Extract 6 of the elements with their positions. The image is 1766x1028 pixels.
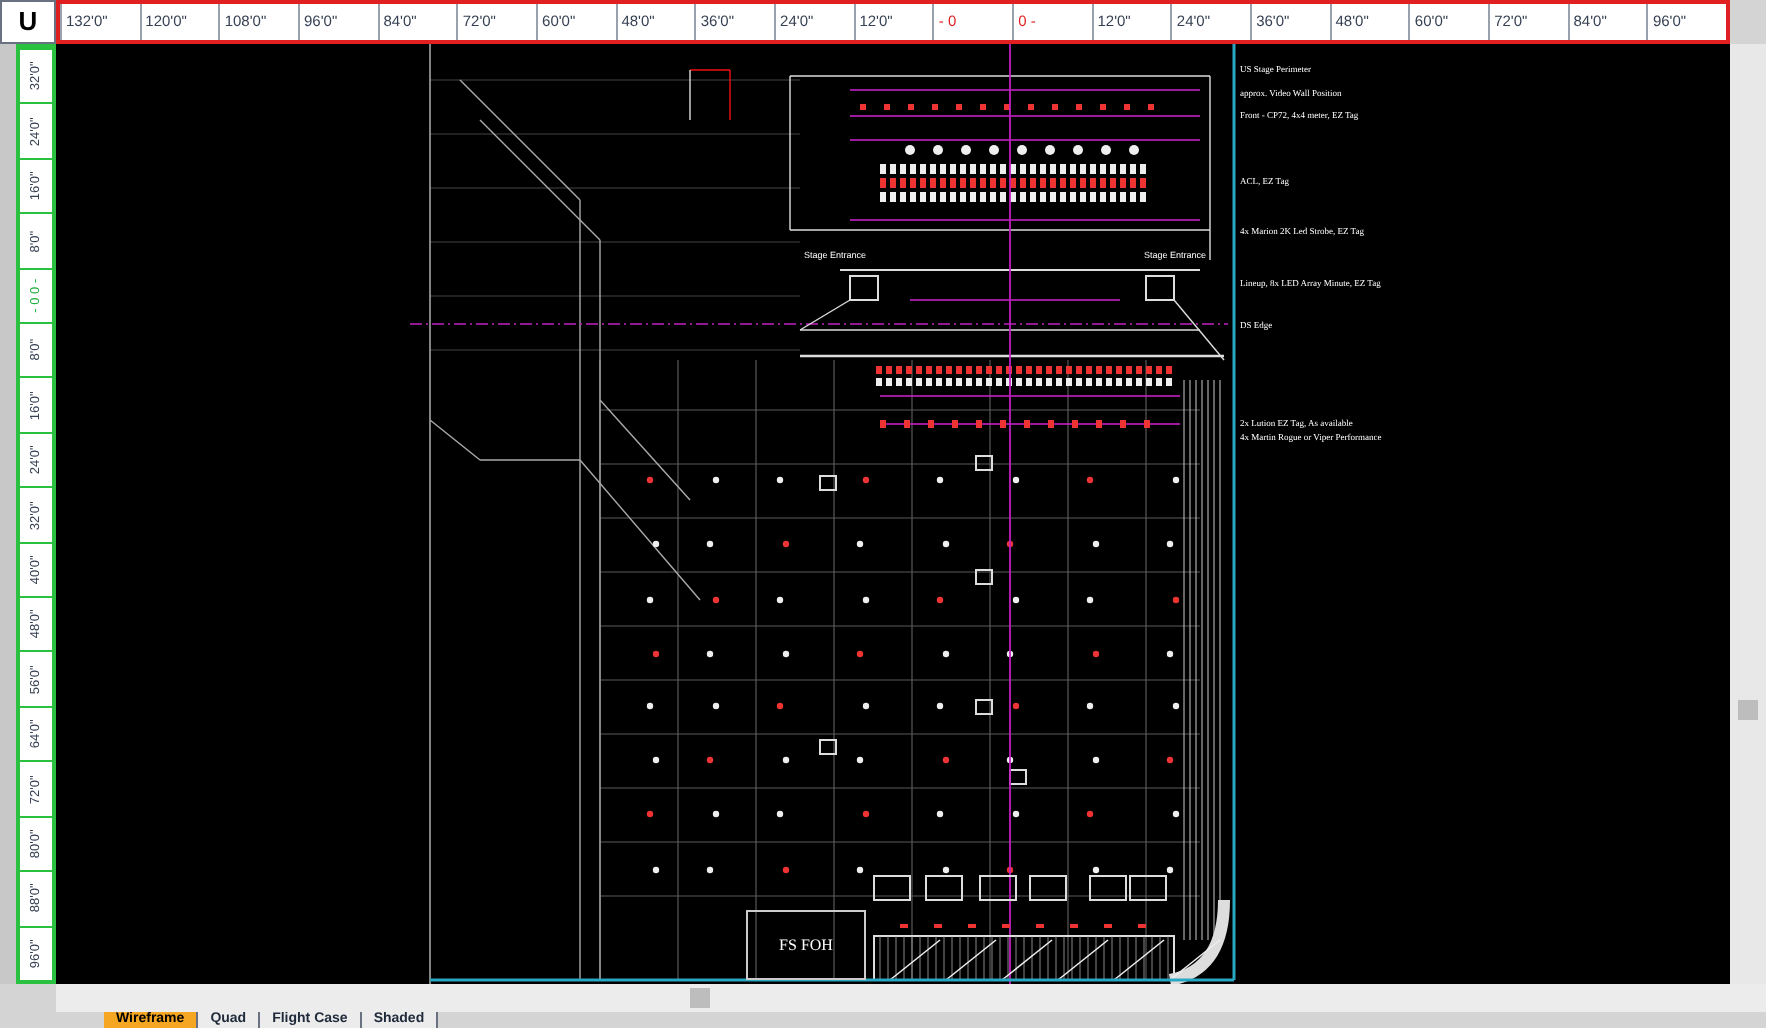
foh-area-label: FS FOH (746, 910, 866, 980)
scrollbar-thumb[interactable] (1738, 700, 1758, 720)
ruler-corner: U (0, 0, 56, 44)
horizontal-scrollbar[interactable] (56, 984, 1766, 1012)
scrollbar-thumb[interactable] (690, 988, 710, 1008)
vertical-scrollbar[interactable] (1730, 44, 1766, 984)
